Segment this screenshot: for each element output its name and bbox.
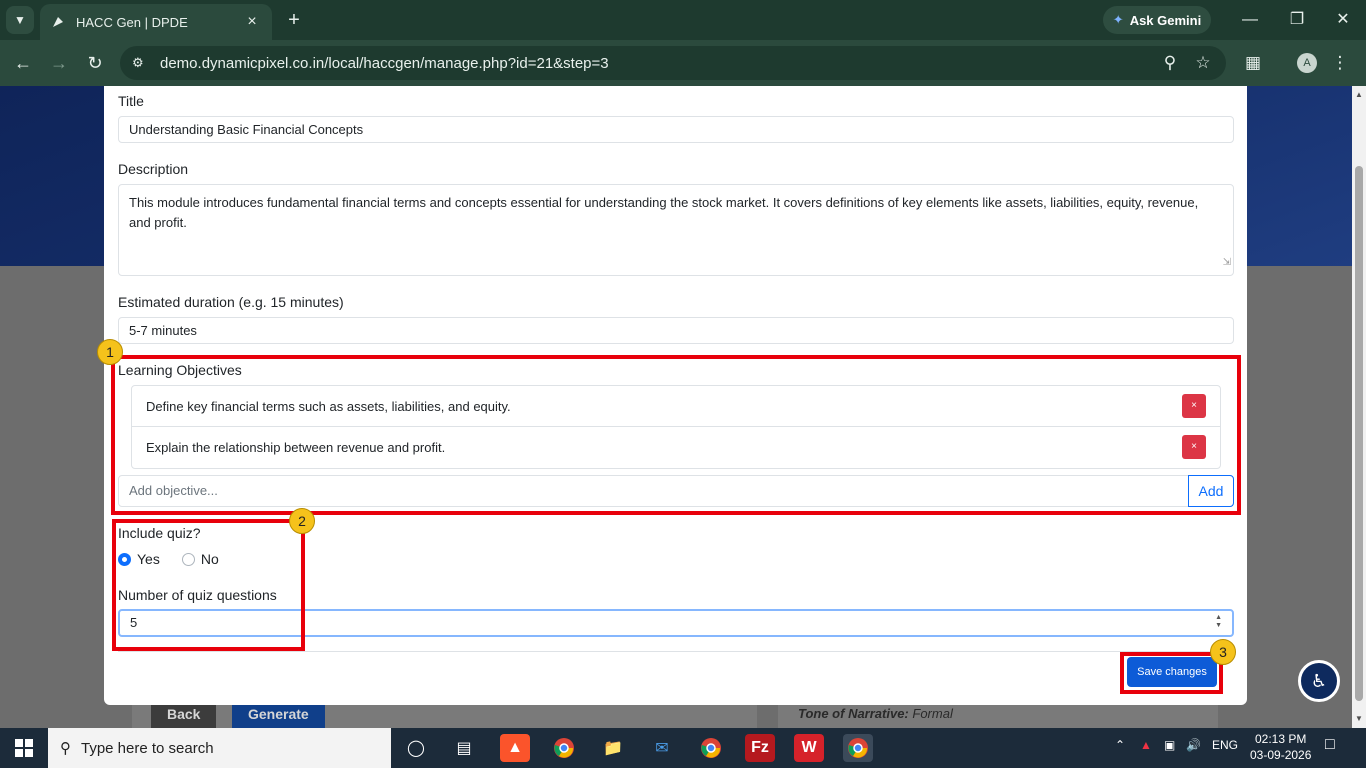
- highlight-box-save: [1120, 652, 1223, 694]
- site-info-icon[interactable]: ⚙: [132, 55, 152, 71]
- reload-icon[interactable]: ↻: [83, 51, 107, 75]
- tone-of-narrative: Tone of Narrative: Formal: [798, 706, 953, 721]
- wps-office-icon[interactable]: W: [794, 734, 824, 762]
- tray-app-icon[interactable]: ▲: [1140, 738, 1152, 752]
- tab-search-button[interactable]: ▼: [6, 6, 34, 34]
- number-spinner-icon[interactable]: ▲ ▼: [1215, 614, 1222, 630]
- gemini-sparkle-icon: ✦: [1112, 12, 1124, 27]
- taskbar-clock[interactable]: 02:13 PM 03-09-2026: [1250, 731, 1311, 763]
- description-text: This module introduces fundamental finan…: [129, 195, 1199, 230]
- windows-start-icon[interactable]: [0, 728, 48, 768]
- minimize-icon[interactable]: —: [1238, 8, 1262, 32]
- browser-address-bar: ← → ↻ ⚙ demo.dynamicpixel.co.in/local/ha…: [0, 40, 1366, 86]
- profile-avatar[interactable]: A: [1297, 53, 1317, 73]
- title-input[interactable]: Understanding Basic Financial Concepts: [118, 116, 1234, 143]
- annotation-badge-1: 1: [97, 339, 123, 365]
- tray-chevron-up-icon[interactable]: ⌃: [1115, 738, 1125, 752]
- taskbar-search-box[interactable]: ⚲ Type here to search: [48, 728, 391, 768]
- cortana-icon[interactable]: ◯: [401, 734, 431, 762]
- notifications-icon[interactable]: □: [1325, 736, 1335, 754]
- browser-menu-icon[interactable]: ⋮: [1328, 51, 1352, 75]
- language-indicator[interactable]: ENG: [1212, 738, 1238, 752]
- site-favicon-icon: [50, 14, 66, 30]
- tone-label: Tone of Narrative:: [798, 706, 909, 721]
- file-explorer-icon[interactable]: 📁: [598, 734, 628, 762]
- scroll-thumb[interactable]: [1355, 166, 1363, 701]
- network-icon[interactable]: ▣: [1164, 738, 1175, 752]
- annotation-badge-2: 2: [289, 508, 315, 534]
- back-arrow-icon[interactable]: ←: [11, 51, 35, 75]
- restore-icon[interactable]: ❐: [1285, 8, 1309, 32]
- chrome-icon[interactable]: [549, 734, 579, 762]
- clock-date: 03-09-2026: [1250, 748, 1312, 762]
- title-label: Title: [118, 93, 144, 109]
- page-scrollbar[interactable]: ▲ ▼: [1352, 86, 1366, 728]
- browser-tab-bar: ▼ HACC Gen | DPDE × + ✦ Ask Gemini — ❐ ✕: [0, 0, 1366, 40]
- extensions-icon[interactable]: ▦: [1241, 51, 1265, 75]
- zoom-icon[interactable]: ⚲: [1158, 51, 1182, 75]
- bookmark-star-icon[interactable]: ☆: [1191, 51, 1215, 75]
- forward-arrow-icon[interactable]: →: [47, 51, 71, 75]
- duration-label: Estimated duration (e.g. 15 minutes): [118, 294, 344, 310]
- chrome-profile-icon[interactable]: [696, 734, 726, 762]
- annotation-badge-3: 3: [1210, 639, 1236, 665]
- resize-grip-icon[interactable]: ⇲: [1223, 253, 1231, 273]
- ask-gemini-label: Ask Gemini: [1129, 12, 1202, 28]
- description-label: Description: [118, 161, 189, 177]
- new-tab-button[interactable]: +: [282, 8, 306, 32]
- brave-browser-icon[interactable]: ▲: [500, 734, 530, 762]
- clock-time: 02:13 PM: [1255, 732, 1307, 746]
- ask-gemini-button[interactable]: ✦ Ask Gemini: [1103, 6, 1211, 34]
- windows-taskbar: ⚲ Type here to search: [0, 728, 1366, 768]
- browser-tab-active[interactable]: HACC Gen | DPDE ×: [40, 4, 272, 40]
- url-text: demo.dynamicpixel.co.in/local/haccgen/ma…: [160, 54, 609, 72]
- modal-footer-divider: [118, 651, 1234, 652]
- chrome-active-icon[interactable]: [843, 734, 873, 762]
- duration-input[interactable]: 5-7 minutes: [118, 317, 1234, 344]
- tone-value: Formal: [912, 706, 953, 721]
- description-textarea[interactable]: This module introduces fundamental finan…: [118, 184, 1234, 276]
- search-icon: ⚲: [60, 740, 71, 757]
- mail-icon[interactable]: ✉: [647, 734, 677, 762]
- tab-close-icon[interactable]: ×: [242, 13, 262, 31]
- task-view-icon[interactable]: ▤: [449, 734, 479, 762]
- url-bar[interactable]: ⚙ demo.dynamicpixel.co.in/local/haccgen/…: [120, 46, 1226, 80]
- scroll-up-icon[interactable]: ▲: [1354, 90, 1364, 100]
- scroll-down-icon[interactable]: ▼: [1354, 714, 1364, 724]
- volume-icon[interactable]: 🔊: [1186, 738, 1201, 752]
- window-close-icon[interactable]: ✕: [1331, 8, 1355, 32]
- tab-title: HACC Gen | DPDE: [76, 14, 188, 30]
- highlight-box-objectives: [111, 355, 1241, 515]
- taskbar-search-placeholder: Type here to search: [81, 739, 214, 757]
- highlight-box-quiz: [112, 519, 305, 651]
- accessibility-icon[interactable]: ♿: [1298, 660, 1340, 702]
- filezilla-icon[interactable]: Fz: [745, 734, 775, 762]
